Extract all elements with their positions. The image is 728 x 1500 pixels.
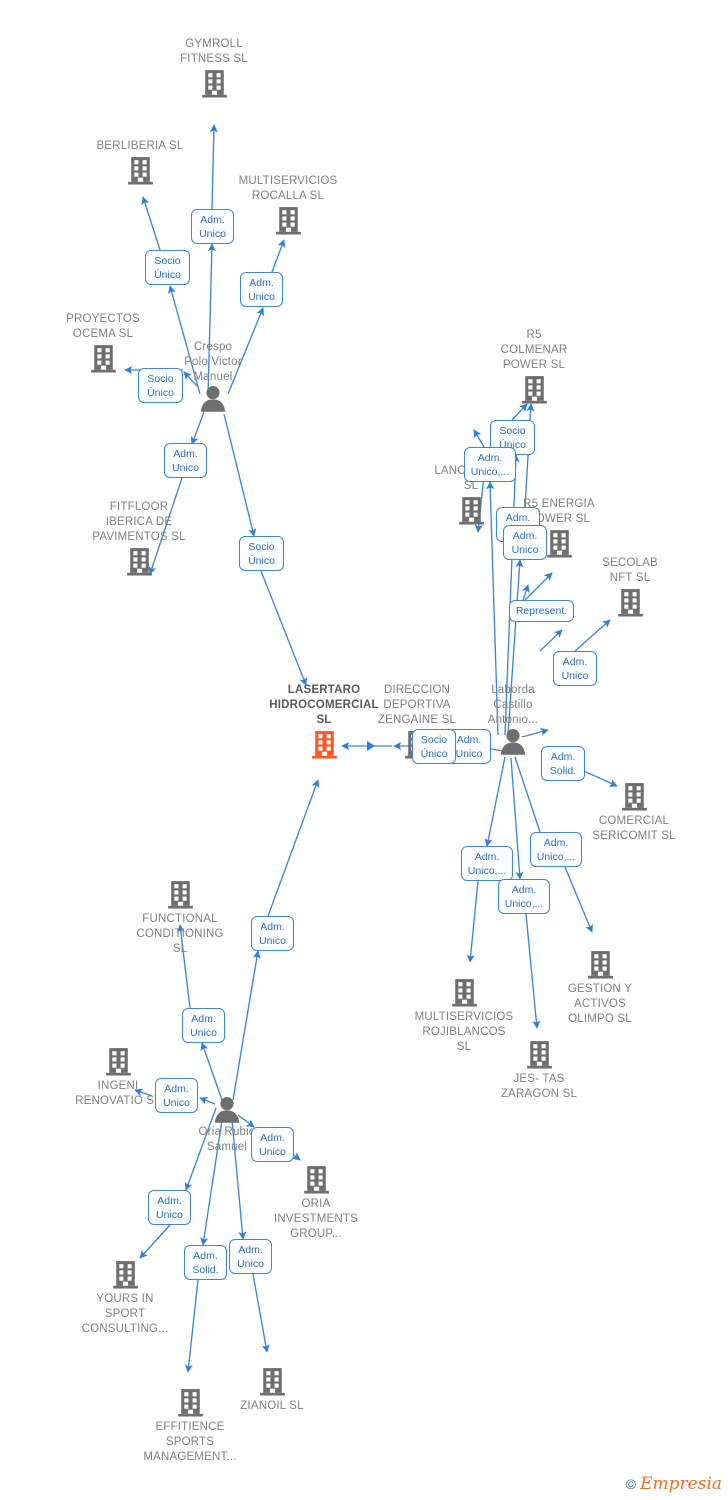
building-icon-wrap — [139, 67, 289, 100]
building-icon-wrap — [213, 204, 363, 237]
edge-role-chip-oria-to-yours[interactable]: Adm. Unico — [148, 1190, 191, 1225]
node-label: BERLIBERIA SL — [96, 140, 184, 152]
edge-role-chip-crespo-to-gymroll[interactable]: Adm. Unico — [191, 209, 234, 244]
edge-role-chip-laborda-to-r5energia2[interactable]: Represent. — [509, 600, 574, 622]
node-label: GESTION Y ACTIVOS OLIMPO SL — [567, 983, 633, 1025]
person-icon — [200, 386, 226, 412]
building-icon — [521, 376, 547, 404]
node-label: R5 COLMENAR POWER SL — [500, 329, 568, 371]
building-icon — [303, 1166, 329, 1194]
edge-role-chip-oria-to-oriainvest[interactable]: Adm. Unico — [251, 1127, 294, 1162]
edge-role-chip-laborda-to-r5energia[interactable]: Adm. Unico — [503, 525, 547, 560]
node-label: MULTISERVICIOS ROCALLA SL — [238, 175, 338, 202]
edge-role-chip-oria-to-ingeni[interactable]: Adm. Unico — [155, 1078, 198, 1113]
graph-node-multirocalla[interactable]: MULTISERVICIOS ROCALLA SL — [213, 174, 363, 237]
node-label: SECOLAB NFT SL — [602, 557, 658, 584]
building-icon — [167, 881, 193, 909]
copyright-icon: © — [625, 1476, 637, 1492]
building-icon-wrap — [559, 780, 709, 813]
edge-role-chip-laborda-to-gestion[interactable]: Adm. Unico,... — [530, 832, 582, 867]
person-icon — [500, 729, 526, 755]
building-icon-wrap — [389, 976, 539, 1009]
building-icon — [112, 1261, 138, 1289]
building-icon — [587, 951, 613, 979]
building-icon — [526, 1041, 552, 1069]
node-label: JES- TAS ZARAGON SL — [500, 1073, 578, 1100]
building-icon-wrap — [43, 1045, 193, 1078]
edge-role-chip-crespo-to-fitfloor[interactable]: Adm. Unico — [164, 443, 207, 478]
network-graph-canvas: GYMROLL FITNESS SL BERLIBERIA SL MULTISERV… — [0, 0, 728, 1500]
building-icon — [127, 157, 153, 185]
building-icon — [90, 345, 116, 373]
graph-node-functional[interactable]: FUNCTIONAL CONDITIONING SL — [105, 878, 255, 957]
graph-node-zianoil[interactable]: ZIANOIL SL — [197, 1365, 347, 1414]
edge-role-chip-oria-to-zianoil[interactable]: Adm. Unico — [229, 1239, 272, 1274]
node-label: EFFITIENCE SPORTS MANAGEMENT... — [143, 1421, 237, 1463]
building-icon — [105, 1048, 131, 1076]
edge-role-chip-oria-to-functional[interactable]: Adm. Unico — [182, 1008, 225, 1043]
edge-role-chip-direccion-to-lasertaro[interactable]: Socio Único — [412, 729, 456, 764]
edge-role-chip-crespo-to-lasertaro[interactable]: Socio Único — [239, 536, 284, 571]
edge-role-chip-crespo-to-multirocalla[interactable]: Adm. Unico — [240, 272, 283, 307]
building-icon — [275, 207, 301, 235]
graph-node-gymroll[interactable]: GYMROLL FITNESS SL — [139, 37, 289, 100]
edge-role-chip-oria-to-lasertaro[interactable]: Adm. Unico — [251, 916, 294, 951]
graph-node-yours[interactable]: YOURS IN SPORT CONSULTING... — [50, 1258, 200, 1337]
building-icon-wrap — [555, 586, 705, 619]
building-icon-wrap — [197, 1365, 347, 1398]
edge-role-chip-laborda-to-jestas[interactable]: Adm. Unico,... — [498, 879, 550, 914]
edge-role-chip-crespo-to-berliberia[interactable]: Socio Único — [145, 250, 190, 285]
graph-node-jestas[interactable]: JES- TAS ZARAGON SL — [464, 1038, 614, 1102]
node-label: FITFLOOR IBERICA DE PAVIMENTOS SL — [92, 501, 186, 543]
edge-role-chip-laborda-to-multirojib[interactable]: Adm. Unico,... — [461, 846, 513, 881]
building-icon — [126, 548, 152, 576]
person-icon — [214, 1097, 240, 1123]
building-icon — [451, 979, 477, 1007]
building-icon-wrap — [50, 1258, 200, 1291]
edge-role-chip-laborda-to-lanchorpe[interactable]: Adm. Unico,... — [464, 447, 516, 482]
building-icon — [458, 497, 484, 525]
edge-role-chip-oria-to-effitience[interactable]: Adm. Solid. — [184, 1245, 227, 1280]
graph-node-fitfloor[interactable]: FITFLOOR IBERICA DE PAVIMENTOS SL — [64, 500, 214, 578]
node-label: GYMROLL FITNESS SL — [180, 38, 248, 65]
node-label: ORIA INVESTMENTS GROUP... — [274, 1198, 358, 1240]
edge-role-chip-laborda-to-secolab[interactable]: Adm. Unico — [553, 651, 597, 686]
graph-node-gestion[interactable]: GESTION Y ACTIVOS OLIMPO SL — [525, 948, 675, 1027]
building-icon-wrap — [105, 878, 255, 911]
node-label: FUNCTIONAL CONDITIONING SL — [136, 913, 224, 955]
node-label: ZIANOIL SL — [240, 1400, 304, 1412]
watermark: © Empresia — [626, 1474, 722, 1494]
graph-node-berliberia[interactable]: BERLIBERIA SL — [65, 139, 215, 187]
building-icon-wrap — [241, 1163, 391, 1196]
brand-name: Empresia — [640, 1474, 722, 1494]
graph-node-oriainvest[interactable]: ORIA INVESTMENTS GROUP... — [241, 1163, 391, 1242]
graph-node-secolab[interactable]: SECOLAB NFT SL — [555, 556, 705, 619]
building-icon-wrap — [525, 948, 675, 981]
node-label: YOURS IN SPORT CONSULTING... — [81, 1293, 169, 1335]
graph-node-sericomit[interactable]: COMERCIAL SERICOMIT SL — [559, 780, 709, 844]
building-icon-wrap — [65, 154, 215, 187]
node-label: Laborda Castillo Antonio... — [487, 684, 539, 726]
graph-node-r5colmenar[interactable]: R5 COLMENAR POWER SL — [459, 328, 609, 406]
edge-role-chip-laborda-to-sericomit[interactable]: Adm. Solid. — [541, 746, 585, 781]
node-label: PROYECTOS OCEMA SL — [66, 313, 140, 340]
building-icon — [259, 1368, 285, 1396]
building-icon — [617, 589, 643, 617]
building-icon-wrap — [64, 545, 214, 578]
building-icon — [621, 783, 647, 811]
building-icon-wrap — [459, 373, 609, 406]
building-icon — [311, 731, 337, 759]
edge-role-chip-crespo-to-proyectos[interactable]: Socio Único — [138, 368, 183, 403]
building-icon — [201, 70, 227, 98]
building-icon-wrap — [464, 1038, 614, 1071]
